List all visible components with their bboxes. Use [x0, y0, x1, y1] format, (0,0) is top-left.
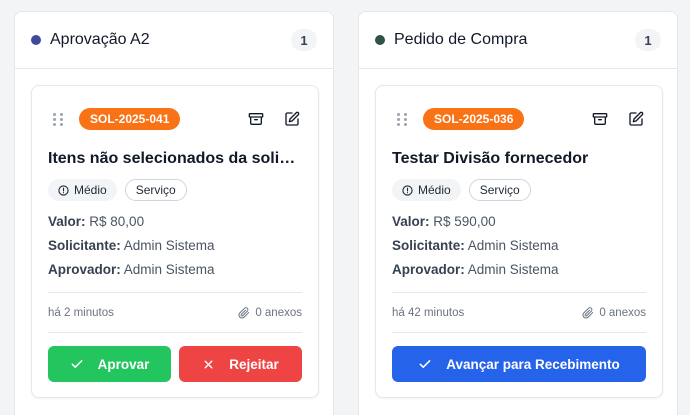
- column-count-badge: 1: [635, 29, 661, 51]
- timestamp: há 2 minutos: [48, 307, 114, 319]
- column-title: Aprovação A2: [50, 31, 150, 48]
- type-tag: Serviço: [124, 179, 187, 201]
- approve-button[interactable]: Aprovar: [48, 346, 171, 382]
- reject-label: Rejeitar: [229, 356, 279, 372]
- aprovador-row: Aprovador: Admin Sistema: [392, 262, 559, 277]
- priority-label: Médio: [74, 183, 107, 197]
- divider: [392, 332, 646, 333]
- attachments-info: 0 anexos: [582, 307, 646, 319]
- valor-row: Valor: R$ 80,00: [48, 214, 145, 229]
- check-icon: [71, 360, 83, 368]
- advance-to-receiving-button[interactable]: Avançar para Recebimento: [392, 346, 646, 382]
- column-title: Pedido de Compra: [394, 31, 528, 48]
- kanban-column-aprovacao-a2: Aprovação A2 1 SOL-2025-041 Itens não se…: [14, 11, 334, 415]
- aprovador-row: Aprovador: Admin Sistema: [48, 262, 215, 277]
- archive-icon[interactable]: [590, 109, 610, 129]
- type-tag: Serviço: [468, 179, 531, 201]
- column-header: Aprovação A2 1: [15, 12, 333, 69]
- aprovador-value: Admin Sistema: [123, 262, 215, 277]
- column-count-badge: 1: [291, 29, 317, 51]
- timestamp: há 42 minutos: [392, 307, 465, 319]
- divider: [48, 332, 302, 333]
- kanban-column-pedido-de-compra: Pedido de Compra 1 SOL-2025-036 Testar D…: [358, 11, 678, 415]
- approve-label: Aprovar: [97, 356, 150, 372]
- request-code-badge: SOL-2025-041: [79, 108, 181, 130]
- column-color-dot: [375, 35, 385, 45]
- archive-icon[interactable]: [246, 109, 266, 129]
- request-code-badge: SOL-2025-036: [423, 108, 525, 130]
- priority-tag: Médio: [48, 179, 117, 201]
- column-color-dot: [31, 35, 41, 45]
- grip-vertical-icon[interactable]: [397, 111, 409, 127]
- valor-row: Valor: R$ 590,00: [392, 214, 496, 229]
- grip-vertical-icon[interactable]: [53, 111, 65, 127]
- solicitante-row: Solicitante: Admin Sistema: [392, 238, 559, 253]
- card-title: Testar Divisão fornecedor: [392, 150, 589, 167]
- x-icon: [204, 360, 213, 368]
- solicitante-row: Solicitante: Admin Sistema: [48, 238, 215, 253]
- request-card[interactable]: SOL-2025-041 Itens não selecionados da s…: [31, 85, 319, 398]
- priority-tag: Médio: [392, 179, 461, 201]
- check-icon: [419, 360, 431, 368]
- aprovador-value: Admin Sistema: [467, 262, 559, 277]
- attachments-info: 0 anexos: [238, 307, 302, 319]
- divider: [392, 292, 646, 293]
- paperclip-icon: [582, 307, 594, 319]
- alert-circle-icon: [58, 184, 69, 196]
- priority-label: Médio: [418, 183, 451, 197]
- solicitante-value: Admin Sistema: [467, 238, 559, 253]
- attachments-count: 0 anexos: [255, 307, 302, 319]
- divider: [48, 292, 302, 293]
- advance-label: Avançar para Recebimento: [446, 356, 620, 372]
- reject-button[interactable]: Rejeitar: [179, 346, 302, 382]
- alert-circle-icon: [402, 184, 413, 196]
- edit-icon[interactable]: [282, 109, 302, 129]
- paperclip-icon: [238, 307, 250, 319]
- valor-value: R$ 80,00: [89, 214, 145, 229]
- edit-icon[interactable]: [626, 109, 646, 129]
- valor-value: R$ 590,00: [433, 214, 496, 229]
- column-header: Pedido de Compra 1: [359, 12, 677, 69]
- request-card[interactable]: SOL-2025-036 Testar Divisão fornecedor M…: [375, 85, 663, 398]
- card-title: Itens não selecionados da solicit...: [48, 150, 302, 167]
- solicitante-value: Admin Sistema: [123, 238, 215, 253]
- attachments-count: 0 anexos: [599, 307, 646, 319]
